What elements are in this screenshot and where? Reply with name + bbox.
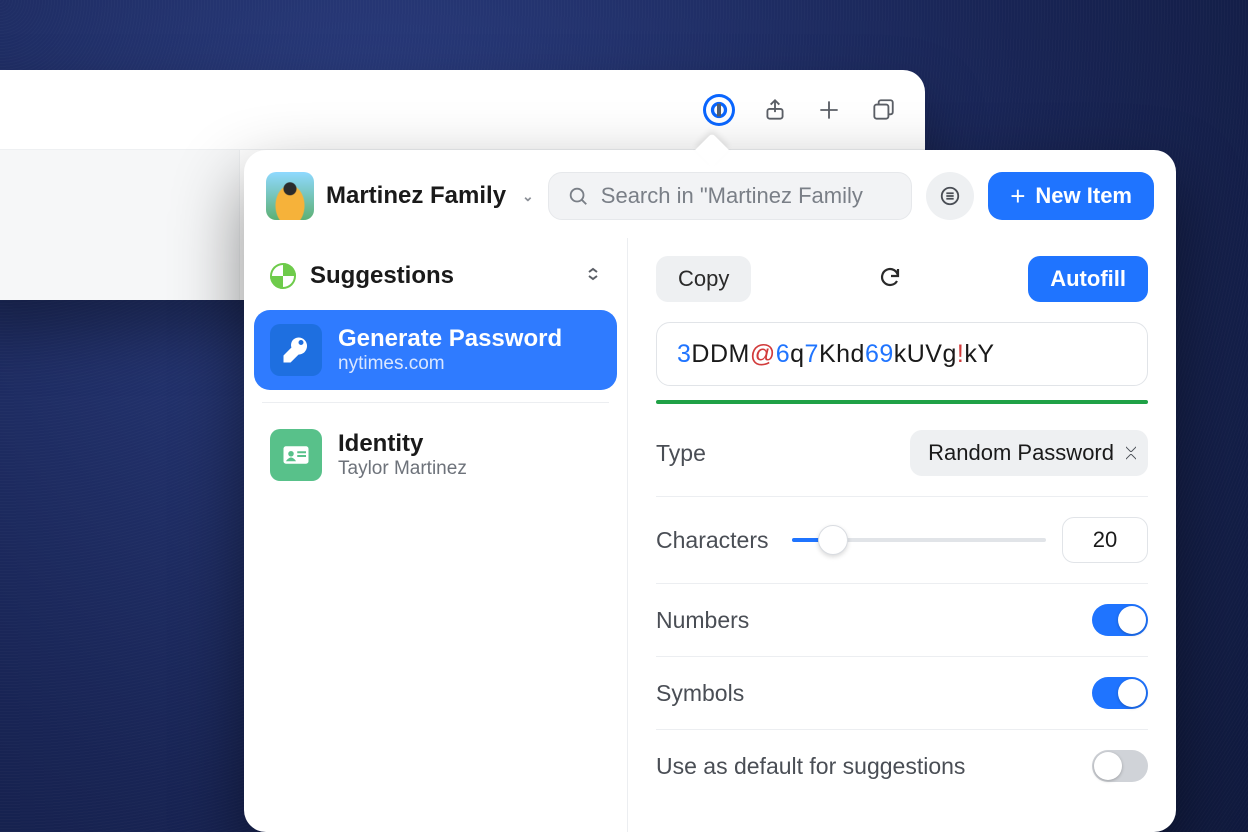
new-item-label: New Item (1035, 183, 1132, 209)
search-input[interactable]: Search in "Martinez Family (548, 172, 912, 220)
vault-avatar-icon (266, 172, 314, 220)
characters-value: 20 (1093, 527, 1117, 553)
default-toggle[interactable] (1092, 750, 1148, 782)
onepassword-popover: Martinez Family ⌄ Search in "Martinez Fa… (244, 150, 1176, 832)
generator-toolbar: Copy Autofill (656, 256, 1148, 302)
vault-selector[interactable]: Martinez Family ⌄ (266, 172, 534, 220)
password-strength-bar (656, 400, 1148, 404)
key-icon (270, 324, 322, 376)
browser-content-area (0, 150, 240, 300)
characters-row: Characters 20 (656, 497, 1148, 584)
vault-name: Martinez Family (326, 182, 506, 210)
sidebar-item-key[interactable]: Generate Passwordnytimes.com (254, 310, 617, 390)
type-row: Type Random Password (656, 426, 1148, 497)
browser-toolbar (0, 70, 925, 150)
onepassword-extension-icon[interactable] (703, 94, 735, 126)
separator (262, 402, 609, 403)
share-icon[interactable] (761, 96, 789, 124)
id-icon (270, 429, 322, 481)
list-item-subtitle: Taylor Martinez (338, 458, 467, 480)
copy-label: Copy (678, 266, 729, 292)
suggestions-icon (270, 263, 296, 289)
generated-password-field[interactable]: 3DDM@6q7Khd69kUVg!kY (656, 322, 1148, 386)
autofill-label: Autofill (1050, 266, 1126, 292)
list-item-subtitle: nytimes.com (338, 353, 562, 375)
numbers-label: Numbers (656, 607, 749, 634)
new-item-button[interactable]: + New Item (988, 172, 1154, 220)
search-placeholder: Search in "Martinez Family (601, 183, 863, 209)
symbols-toggle[interactable] (1092, 677, 1148, 709)
type-dropdown[interactable]: Random Password (910, 430, 1148, 476)
copy-button[interactable]: Copy (656, 256, 751, 302)
list-item-title: Identity (338, 430, 467, 458)
type-label: Type (656, 440, 706, 467)
refresh-icon (878, 265, 902, 289)
generated-password-text: 3DDM@6q7Khd69kUVg!kY (677, 340, 995, 368)
slider-knob[interactable] (818, 525, 848, 555)
refresh-button[interactable] (878, 265, 902, 294)
sidebar-item-id[interactable]: IdentityTaylor Martinez (254, 415, 617, 495)
settings-button[interactable] (926, 172, 974, 220)
sort-chevrons-icon[interactable] (585, 266, 601, 287)
generator-panel: Copy Autofill 3DDM@6q7Khd69kUVg!kY Type (628, 238, 1176, 832)
list-item-title: Generate Password (338, 325, 562, 353)
numbers-toggle[interactable] (1092, 604, 1148, 636)
characters-label: Characters (656, 527, 768, 554)
popover-header: Martinez Family ⌄ Search in "Martinez Fa… (244, 150, 1176, 238)
symbols-label: Symbols (656, 680, 744, 707)
search-icon (567, 185, 589, 207)
suggestions-sidebar: Suggestions Generate Passwordnytimes.com… (244, 238, 628, 832)
suggestions-title: Suggestions (310, 262, 454, 290)
characters-count[interactable]: 20 (1062, 517, 1148, 563)
type-value: Random Password (928, 440, 1114, 466)
plus-icon[interactable] (815, 96, 843, 124)
tabs-overview-icon[interactable] (869, 96, 897, 124)
symbols-row: Symbols (656, 657, 1148, 730)
numbers-row: Numbers (656, 584, 1148, 657)
characters-slider[interactable] (792, 538, 1046, 542)
list-settings-icon (939, 185, 961, 207)
popover-body: Suggestions Generate Passwordnytimes.com… (244, 238, 1176, 832)
autofill-button[interactable]: Autofill (1028, 256, 1148, 302)
default-row: Use as default for suggestions (656, 730, 1148, 802)
suggestions-header[interactable]: Suggestions (254, 252, 617, 308)
chevron-down-icon: ⌄ (522, 188, 534, 205)
default-label: Use as default for suggestions (656, 753, 965, 780)
